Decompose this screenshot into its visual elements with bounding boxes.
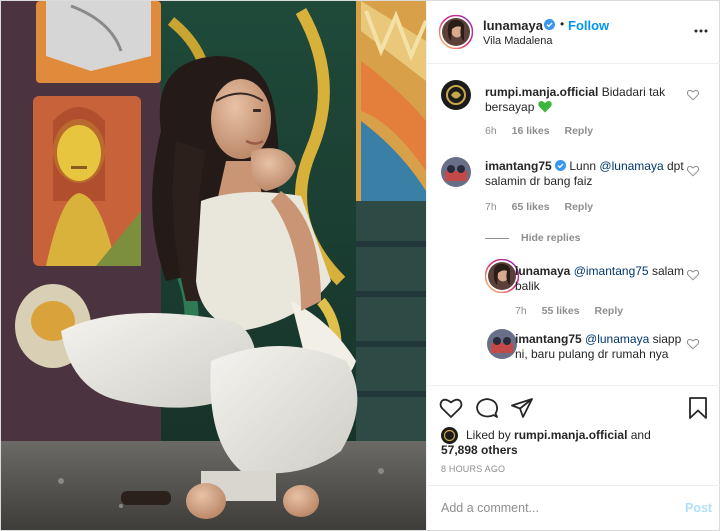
- liked-by-others[interactable]: 57,898 others: [441, 443, 518, 458]
- heart-icon[interactable]: [439, 396, 463, 420]
- reply-reply-button[interactable]: Reply: [594, 305, 623, 317]
- commenter-avatar[interactable]: [441, 80, 471, 110]
- reply-item: lunamaya @imantang75 salam balik 7h 55 l…: [471, 251, 720, 321]
- paper-plane-icon[interactable]: [510, 396, 534, 420]
- comment-likes[interactable]: 16 likes: [512, 125, 550, 137]
- hide-replies-toggle[interactable]: Hide replies: [485, 231, 581, 245]
- add-comment-input[interactable]: [441, 499, 661, 517]
- comment-text: imantang75 Lunn @lunamaya dpt salamin dr…: [485, 159, 685, 189]
- reply-text: imantang75 @lunamaya siapp ni, baru pula…: [515, 332, 685, 362]
- author-username[interactable]: lunamaya: [483, 18, 543, 33]
- post-side-panel: lunamaya • Follow Vila Madalena rumpi.ma…: [426, 1, 720, 530]
- add-comment-bar: Post: [427, 485, 720, 530]
- liked-by-conjunction: and: [630, 428, 651, 442]
- post-location[interactable]: Vila Madalena: [483, 35, 553, 47]
- reply-like-heart-icon[interactable]: [687, 338, 699, 350]
- post-comment-button[interactable]: Post: [685, 501, 712, 515]
- instagram-post: lunamaya • Follow Vila Madalena rumpi.ma…: [0, 0, 720, 531]
- comment-item: imantang75 Lunn @lunamaya dpt salamin dr…: [427, 145, 720, 225]
- reply-username[interactable]: lunamaya: [515, 264, 570, 278]
- follow-button[interactable]: Follow: [568, 18, 609, 33]
- reply-like-heart-icon[interactable]: [687, 269, 699, 281]
- reply-mention[interactable]: @imantang75: [574, 264, 649, 278]
- author-avatar[interactable]: [439, 15, 473, 49]
- reply-author-avatar[interactable]: [485, 259, 519, 293]
- comment-meta: 6h 16 likes Reply: [485, 125, 605, 137]
- verified-badge-icon: [555, 160, 567, 171]
- liked-by-username[interactable]: rumpi.manja.official: [514, 428, 627, 442]
- bookmark-icon[interactable]: [686, 396, 710, 420]
- comment-username[interactable]: imantang75: [485, 159, 552, 173]
- comment-time[interactable]: 7h: [485, 201, 497, 213]
- commenter-avatar[interactable]: [441, 157, 471, 187]
- comment-text: rumpi.manja.official Bidadari tak bersay…: [485, 85, 685, 115]
- comment-reply-button[interactable]: Reply: [564, 125, 593, 137]
- liked-by-avatar[interactable]: [441, 427, 458, 444]
- comment-like-heart-icon[interactable]: [687, 89, 699, 101]
- header-separator: •: [560, 17, 565, 31]
- photo-woman-mural: [1, 1, 426, 530]
- comment-item: rumpi.manja.official Bidadari tak bersay…: [427, 65, 720, 145]
- comment-mention[interactable]: @lunamaya: [599, 159, 663, 173]
- reply-text: lunamaya @imantang75 salam balik: [515, 264, 685, 294]
- green-heart-icon: [537, 101, 552, 113]
- verified-badge-icon: [544, 19, 555, 30]
- reply-username[interactable]: imantang75: [515, 332, 582, 346]
- post-header: lunamaya • Follow Vila Madalena: [427, 1, 720, 64]
- reply-time[interactable]: 7h: [515, 305, 527, 317]
- reply-item: imantang75 @lunamaya siapp ni, baru pula…: [471, 321, 720, 385]
- comments-list: rumpi.manja.official Bidadari tak bersay…: [427, 65, 720, 385]
- post-timestamp[interactable]: 8 HOURS AGO: [441, 464, 505, 474]
- more-options-icon[interactable]: [693, 23, 709, 39]
- post-photo[interactable]: [1, 1, 426, 530]
- reply-author-avatar[interactable]: [487, 329, 517, 359]
- reply-mention[interactable]: @lunamaya: [585, 332, 649, 346]
- comment-body: Lunn: [569, 159, 597, 173]
- comment-meta: 7h 65 likes Reply: [485, 201, 605, 213]
- comment-likes[interactable]: 65 likes: [512, 201, 550, 213]
- comment-reply-button[interactable]: Reply: [564, 201, 593, 213]
- reply-meta: 7h 55 likes Reply: [515, 305, 635, 317]
- hide-replies-line: [485, 237, 509, 239]
- comment-time[interactable]: 6h: [485, 125, 497, 137]
- liked-by-line: Liked by rumpi.manja.official and: [466, 428, 651, 443]
- comment-like-heart-icon[interactable]: [687, 165, 699, 177]
- reply-likes[interactable]: 55 likes: [542, 305, 580, 317]
- comment-username[interactable]: rumpi.manja.official: [485, 85, 598, 99]
- liked-by-prefix: Liked by: [466, 428, 511, 442]
- comment-icon[interactable]: [475, 396, 499, 420]
- post-actions: Liked by rumpi.manja.official and 57,898…: [427, 385, 720, 485]
- hide-replies-label[interactable]: Hide replies: [521, 232, 581, 244]
